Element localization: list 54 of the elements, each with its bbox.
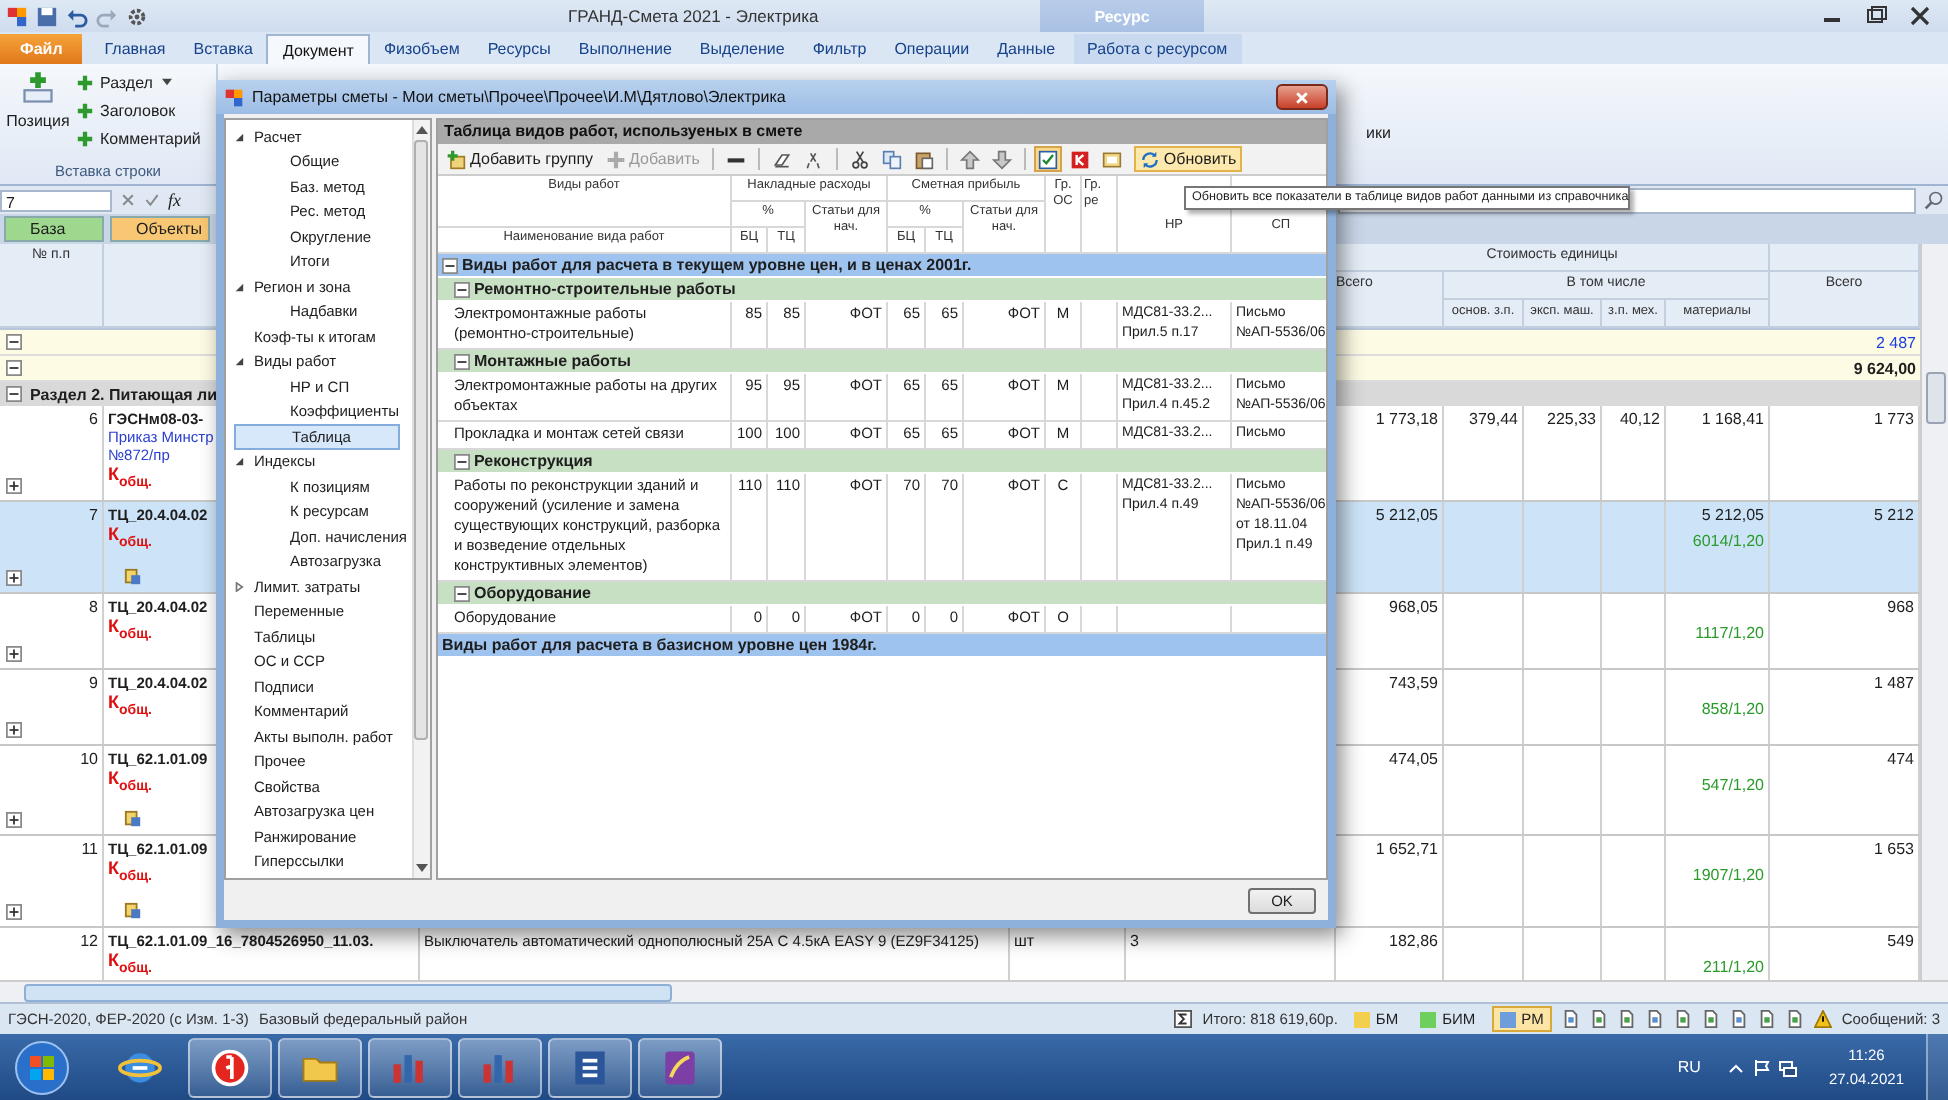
- cost-cell: 379,44: [1469, 410, 1518, 428]
- price-index: 6014/1,20: [1692, 531, 1764, 550]
- cost-cell: 968,05: [1389, 597, 1438, 616]
- dialog-title: Параметры сметы - Мои сметы\Прочее\Прочее\И.М\Дятлово\Электрика: [252, 88, 786, 106]
- group-title: Реконструкция: [474, 452, 593, 470]
- cost-cell: 968: [1887, 597, 1914, 616]
- coefficient-mark: К$_{общ.}$: [108, 464, 152, 494]
- row-number: 9: [87, 673, 98, 692]
- cost-cell: 474,05: [1389, 749, 1438, 768]
- group-title: Оборудование: [474, 584, 592, 602]
- ribbon-label: ики: [1366, 124, 1391, 142]
- context-tab-header: Ресурс: [1094, 7, 1150, 25]
- section-title: Раздел 2. Питающая ли: [30, 385, 218, 403]
- cost-cell: 1 168,41: [1701, 410, 1764, 428]
- coefficient-mark: К$_{общ.}$: [108, 691, 152, 721]
- group-title: Ремонтно-строительные работы: [474, 280, 736, 298]
- price-index: 547/1,20: [1701, 775, 1764, 794]
- cost-cell: 743,59: [1389, 673, 1438, 692]
- cost-cell: 225,33: [1547, 410, 1596, 428]
- cost-cell: 182,86: [1389, 932, 1438, 951]
- group-title: Виды работ для расчета в текущем уровне цен, и в ценах 2001г.: [462, 256, 972, 274]
- price-index: 858/1,20: [1701, 699, 1764, 718]
- cost-cell: 5 212,05: [1375, 505, 1438, 524]
- cost-cell: 1 652,71: [1375, 840, 1438, 859]
- cost-cell: 1 773: [1873, 410, 1914, 428]
- row-number: 10: [78, 749, 98, 768]
- price-index: 211/1,20: [1702, 958, 1764, 977]
- row-number: 11: [79, 840, 98, 859]
- cost-cell: 1 487: [1873, 673, 1914, 692]
- price-index: 1117/1,20: [1695, 623, 1764, 642]
- total-value: 9 624,00: [1853, 359, 1918, 377]
- coefficient-mark: К$_{общ.}$: [108, 767, 152, 797]
- row-number: 6: [87, 410, 98, 428]
- window-title: ГРАНД-Смета 2021 - Электрика: [568, 6, 819, 26]
- cost-cell: 1 773,18: [1375, 410, 1438, 428]
- coefficient-mark: К$_{общ.}$: [108, 950, 152, 980]
- group-title: Виды работ для расчета в базисном уровне цен 1984г.: [442, 636, 877, 654]
- quantity-cell-text: 3: [1130, 932, 1141, 951]
- row-number: 12: [78, 932, 98, 951]
- row-number: 7: [87, 505, 98, 524]
- group-title: Монтажные работы: [474, 352, 631, 370]
- cost-cell: 40,12: [1619, 410, 1660, 428]
- cost-cell: 1 653: [1873, 840, 1914, 859]
- cost-cell: 474: [1887, 749, 1914, 768]
- cost-cell: 5 212,05: [1701, 505, 1764, 524]
- unit-cell-text: шт: [1014, 932, 1037, 951]
- price-index: 1907/1,20: [1692, 866, 1764, 885]
- row-number: 8: [87, 597, 98, 616]
- coefficient-mark: К$_{общ.}$: [108, 523, 152, 554]
- coefficient-mark: К$_{общ.}$: [108, 858, 152, 889]
- coefficient-mark: К$_{общ.}$: [108, 615, 152, 645]
- cost-cell: 549: [1887, 932, 1914, 951]
- cost-cell: 5 212: [1873, 505, 1914, 524]
- panel-title: Таблица видов работ, используеных в смете: [438, 120, 1326, 144]
